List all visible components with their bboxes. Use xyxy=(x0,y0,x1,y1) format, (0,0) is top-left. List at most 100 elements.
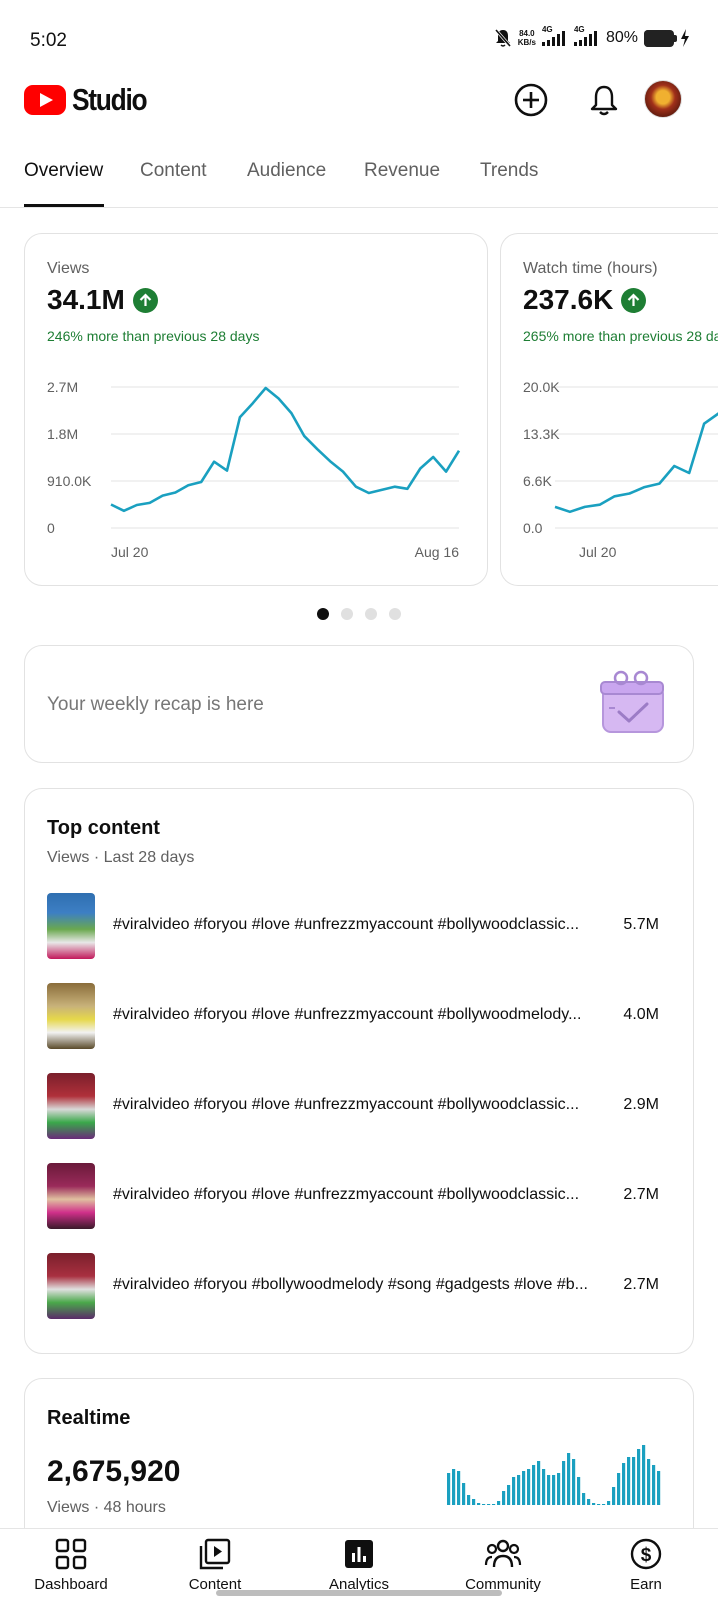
tab-overview[interactable]: Overview xyxy=(24,160,103,182)
realtime-bar xyxy=(492,1504,496,1505)
list-item[interactable]: #viralvideo #foryou #love #unfrezzmyacco… xyxy=(47,1073,659,1139)
nav-earn[interactable]: $ Earn xyxy=(586,1537,706,1593)
carousel-dot[interactable] xyxy=(341,608,353,620)
charging-icon xyxy=(681,29,689,47)
realtime-bar xyxy=(542,1469,546,1505)
realtime-bar xyxy=(537,1461,541,1505)
list-item[interactable]: #viralvideo #foryou #love #unfrezzmyacco… xyxy=(47,983,659,1049)
dashboard-icon xyxy=(55,1538,87,1570)
content-icon xyxy=(199,1538,231,1570)
youtube-logo-icon xyxy=(24,85,66,115)
nav-community[interactable]: Community xyxy=(443,1537,563,1593)
carousel-dot[interactable] xyxy=(317,608,329,620)
carousel-dot[interactable] xyxy=(365,608,377,620)
battery-percent: 80% xyxy=(605,29,638,46)
nav-analytics[interactable]: Analytics xyxy=(299,1537,419,1593)
realtime-bar xyxy=(472,1499,476,1505)
bell-muted-icon xyxy=(494,29,511,47)
realtime-bar xyxy=(592,1503,596,1505)
realtime-bar xyxy=(532,1465,536,1505)
list-item[interactable]: #viralvideo #foryou #bollywoodmelody #so… xyxy=(47,1253,659,1319)
video-views: 2.9M xyxy=(623,1096,659,1113)
home-indicator[interactable] xyxy=(216,1590,502,1596)
realtime-bar xyxy=(462,1483,466,1505)
realtime-bar xyxy=(517,1475,521,1505)
list-item[interactable]: #viralvideo #foryou #love #unfrezzmyacco… xyxy=(47,893,659,959)
realtime-bar xyxy=(602,1504,606,1505)
clapperboard-icon xyxy=(600,670,664,733)
avatar[interactable] xyxy=(644,80,682,118)
realtime-bar xyxy=(632,1457,636,1505)
realtime-bar xyxy=(622,1463,626,1505)
realtime-bar xyxy=(652,1465,656,1505)
video-title: #viralvideo #foryou #love #unfrezzmyacco… xyxy=(113,1006,582,1023)
signal-label: 4G xyxy=(541,25,553,34)
nav-dashboard[interactable]: Dashboard xyxy=(11,1537,131,1593)
net-speed-value: 84.0 xyxy=(519,29,535,38)
series-line xyxy=(554,412,718,514)
views-card[interactable]: Views 34.1M 246% more than previous 28 d… xyxy=(24,233,488,586)
realtime-bar xyxy=(447,1473,451,1505)
video-title: #viralvideo #foryou #love #unfrezzmyacco… xyxy=(113,1186,580,1203)
video-thumbnail xyxy=(47,983,95,1049)
notifications-button[interactable] xyxy=(584,80,624,120)
x-tick-label: Jul 20 xyxy=(111,544,149,560)
watch-time-line-chart: 20.0K 13.3K 6.6K 0.0 Jul 20 xyxy=(523,379,718,560)
list-item[interactable]: #viralvideo #foryou #love #unfrezzmyacco… xyxy=(47,1163,659,1229)
y-tick-label: 13.3K xyxy=(523,426,560,442)
section-subtitle: Views · Last 28 days xyxy=(47,849,195,866)
realtime-value: 2,675,920 xyxy=(47,1455,181,1488)
x-tick-label: Aug 16 xyxy=(415,544,460,560)
tab-revenue[interactable]: Revenue xyxy=(364,160,440,182)
views-line-chart: 2.7M 1.8M 910.0K 0 Jul 20 Aug 16 xyxy=(47,379,461,560)
tab-indicator xyxy=(24,204,104,207)
y-tick-label: 2.7M xyxy=(47,379,78,395)
earn-icon: $ xyxy=(630,1538,662,1570)
community-icon xyxy=(484,1539,522,1568)
top-content-card: Top content Views · Last 28 days #viralv… xyxy=(24,788,694,1354)
realtime-bar xyxy=(567,1453,571,1505)
y-tick-label: 20.0K xyxy=(523,379,560,395)
video-views: 2.7M xyxy=(623,1186,659,1203)
realtime-bar xyxy=(527,1469,531,1505)
tab-audience[interactable]: Audience xyxy=(247,160,326,182)
series-line xyxy=(110,386,461,513)
realtime-bar xyxy=(502,1491,506,1505)
realtime-bar xyxy=(522,1471,526,1505)
realtime-bar xyxy=(597,1504,601,1505)
net-speed: 84.0 KB/s xyxy=(518,29,536,47)
tab-trends[interactable]: Trends xyxy=(480,160,538,182)
add-circle-icon xyxy=(514,83,548,117)
tab-content[interactable]: Content xyxy=(140,160,207,182)
realtime-bar xyxy=(587,1499,591,1505)
y-tick-label: 6.6K xyxy=(523,473,552,489)
analytics-icon xyxy=(345,1540,373,1568)
realtime-bar xyxy=(507,1485,511,1505)
weekly-recap-card[interactable]: Your weekly recap is here xyxy=(24,645,694,763)
realtime-bar xyxy=(582,1493,586,1505)
video-views: 5.7M xyxy=(623,916,659,933)
carousel-dot[interactable] xyxy=(389,608,401,620)
nav-content[interactable]: Content xyxy=(155,1537,275,1593)
video-thumbnail xyxy=(47,1253,95,1319)
nav-label: Earn xyxy=(630,1576,662,1593)
net-speed-unit: KB/s xyxy=(517,38,536,47)
video-title: #viralvideo #foryou #bollywoodmelody #so… xyxy=(113,1276,588,1293)
section-title: Top content xyxy=(47,817,160,839)
nav-label: Dashboard xyxy=(34,1576,108,1593)
video-thumbnail xyxy=(47,1073,95,1139)
y-tick-label: 0 xyxy=(47,520,55,536)
realtime-bar xyxy=(572,1459,576,1505)
app-name: Studio xyxy=(72,82,148,117)
watch-time-card[interactable]: Watch time (hours) 237.6K 265% more than… xyxy=(500,233,718,586)
video-views: 4.0M xyxy=(623,1006,659,1023)
status-time: 5:02 xyxy=(30,30,67,51)
realtime-bar xyxy=(512,1477,516,1505)
carousel-dots xyxy=(317,608,401,620)
create-button[interactable] xyxy=(511,80,551,120)
video-thumbnail xyxy=(47,1163,95,1229)
realtime-bar xyxy=(487,1504,491,1505)
studio-logo[interactable]: Studio xyxy=(24,82,159,118)
tab-bar: Overview Content Audience Revenue Trends xyxy=(0,150,718,208)
svg-text:$: $ xyxy=(641,1545,652,1566)
